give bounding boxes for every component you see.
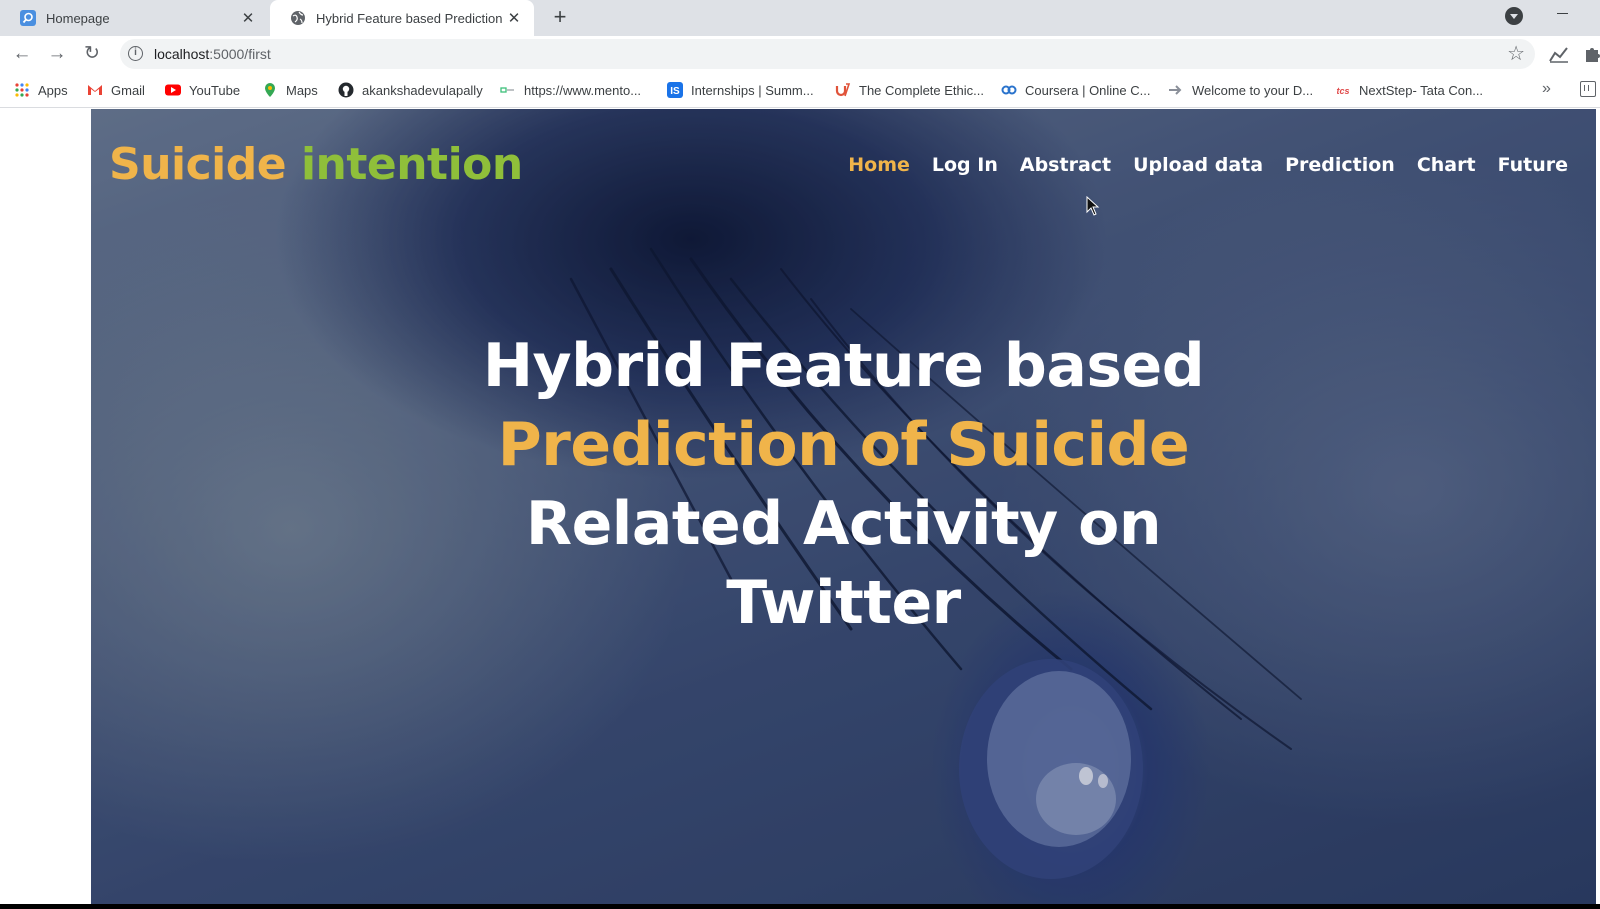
tab-title: Homepage	[46, 10, 110, 26]
more-bookmarks-chevron-icon[interactable]: »	[1542, 80, 1551, 98]
bookmark-label: Welcome to your D...	[1192, 82, 1314, 98]
site-logo[interactable]: Suicide intention	[109, 139, 523, 190]
url-text[interactable]: localhost:5000/first	[154, 46, 271, 62]
back-arrow-icon[interactable]: ←	[10, 42, 34, 66]
bookmark-internships[interactable]: IS Internships | Summ...	[667, 72, 814, 108]
nav-prediction[interactable]: Prediction	[1285, 154, 1395, 176]
headline-line-4: Twitter	[726, 568, 961, 638]
new-tab-button[interactable]: +	[547, 5, 573, 31]
bookmark-label: Maps	[286, 82, 318, 98]
nav-upload-data[interactable]: Upload data	[1133, 154, 1263, 176]
reading-list-icon[interactable]	[1580, 81, 1596, 97]
bookmark-label: akankshadevulapally	[362, 82, 483, 98]
bookmark-label: Apps	[38, 82, 68, 98]
bookmark-gmail[interactable]: Gmail	[87, 72, 145, 108]
headline-line-1: Hybrid Feature based	[482, 331, 1205, 401]
search-favicon	[20, 10, 36, 26]
bookmark-coursera[interactable]: Coursera | Online C...	[1001, 72, 1150, 108]
headline-line-2: Prediction of Suicide	[497, 410, 1190, 480]
logo-word-1: Suicide	[109, 139, 287, 190]
internshala-icon: IS	[667, 82, 683, 98]
bookmark-ethical[interactable]: The Complete Ethic...	[835, 72, 984, 108]
udemy-icon	[835, 83, 851, 97]
svg-text:IS: IS	[670, 86, 680, 97]
bookmark-label: The Complete Ethic...	[859, 82, 984, 98]
svg-text:tcs: tcs	[1336, 86, 1349, 96]
tab-hybrid-feature[interactable]: Hybrid Feature based Prediction ✕	[270, 0, 534, 36]
web-page: Suicide intention Home Log In Abstract U…	[0, 109, 1600, 904]
nav-abstract[interactable]: Abstract	[1020, 154, 1111, 176]
apps-grid-icon	[15, 83, 29, 97]
tcs-icon: tcs	[1336, 86, 1349, 96]
reload-icon[interactable]: ↻	[80, 42, 104, 66]
tab-homepage[interactable]: Homepage ✕	[0, 0, 268, 36]
tab-title: Hybrid Feature based Prediction	[316, 10, 503, 26]
extensions-puzzle-icon[interactable]	[1583, 44, 1600, 64]
minimize-window-icon[interactable]	[1555, 6, 1571, 22]
bookmark-welcome[interactable]: Welcome to your D...	[1168, 72, 1313, 108]
bookmark-maps[interactable]: Maps	[262, 72, 318, 108]
site-info-icon[interactable]: i	[128, 46, 143, 61]
gmail-icon	[88, 85, 102, 95]
extension-chart-icon[interactable]	[1548, 44, 1570, 64]
arrow-icon	[1169, 85, 1182, 95]
link-icon	[500, 87, 514, 93]
logo-word-2: intention	[300, 139, 523, 190]
bookmark-nextstep[interactable]: tcs NextStep- Tata Con...	[1335, 72, 1483, 108]
bookmarks-bar: Apps Gmail YouTube Maps akankshadevulapa…	[0, 72, 1600, 108]
screen-bottom-edge	[0, 904, 1600, 909]
nav-chart[interactable]: Chart	[1417, 154, 1476, 176]
nav-log-in[interactable]: Log In	[932, 154, 998, 176]
maps-icon	[265, 83, 275, 97]
bookmark-label: Internships | Summ...	[691, 82, 814, 98]
coursera-icon	[1001, 85, 1017, 95]
bookmark-label: NextStep- Tata Con...	[1359, 82, 1484, 98]
bookmark-label: https://www.mento...	[524, 82, 642, 98]
github-icon	[338, 82, 354, 98]
address-bar[interactable]: i localhost:5000/first ☆	[120, 39, 1535, 69]
bookmark-star-icon[interactable]: ☆	[1507, 41, 1525, 66]
browser-toolbar: ← → ↻ i localhost:5000/first ☆	[0, 36, 1600, 72]
bookmark-label: Gmail	[111, 82, 145, 98]
nav-future[interactable]: Future	[1498, 154, 1568, 176]
bookmark-mentor[interactable]: https://www.mento...	[500, 72, 641, 108]
bookmark-label: Coursera | Online C...	[1025, 82, 1151, 98]
headline-line-3: Related Activity on	[525, 489, 1162, 559]
browser-window: Homepage ✕ Hybrid Feature based Predicti…	[0, 0, 1600, 909]
youtube-icon	[165, 84, 181, 96]
nav-home[interactable]: Home	[848, 154, 910, 176]
bookmark-youtube[interactable]: YouTube	[165, 72, 240, 108]
hero-headline: Hybrid Feature based Prediction of Suici…	[91, 327, 1596, 643]
main-nav: Home Log In Abstract Upload data Predict…	[848, 154, 1568, 176]
close-tab-icon[interactable]: ✕	[238, 8, 258, 28]
bookmark-apps[interactable]: Apps	[14, 72, 68, 108]
mouse-pointer-icon	[1086, 196, 1100, 216]
bookmark-github[interactable]: akankshadevulapally	[338, 72, 483, 108]
close-tab-icon[interactable]: ✕	[504, 8, 524, 28]
forward-arrow-icon[interactable]: →	[45, 42, 69, 66]
globe-favicon	[291, 11, 305, 25]
tab-strip: Homepage ✕ Hybrid Feature based Predicti…	[0, 0, 1600, 36]
tab-search-icon[interactable]	[1505, 7, 1523, 25]
bookmark-label: YouTube	[189, 82, 241, 98]
hero-section: Suicide intention Home Log In Abstract U…	[91, 109, 1596, 904]
